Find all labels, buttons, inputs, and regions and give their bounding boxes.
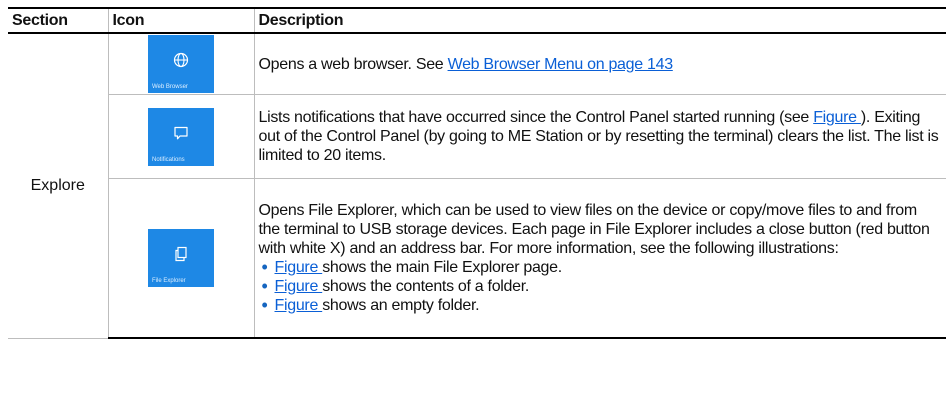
figure-link[interactable]: Figure [813, 109, 861, 126]
table-row: Explore Web Browser Opens a web browser.… [8, 32, 946, 339]
globe-icon [148, 52, 214, 70]
icon-cell: File Explorer [108, 178, 255, 339]
illustration-list: Figure shows the main File Explorer page… [259, 258, 941, 315]
table-header-row: Section Icon Description [8, 7, 946, 34]
figure-link[interactable]: Figure [275, 278, 323, 295]
section-cell-explore: Explore [8, 32, 109, 339]
list-item-text: shows an empty folder. [322, 297, 480, 314]
tile-label: Web Browser [152, 84, 188, 90]
description-cell: Opens a web browser. See Web Browser Men… [253, 32, 946, 95]
header-section: Section [8, 7, 109, 34]
figure-link[interactable]: Figure [275, 259, 323, 276]
description-text: Opens File Explorer, which can be used t… [258, 202, 930, 257]
tile-label: Notifications [152, 156, 185, 163]
list-item: Figure shows an empty folder. [259, 296, 941, 315]
table-row: File Explorer Opens File Explorer, which… [8, 178, 946, 339]
explore-table: Section Icon Description Explore Web Bro… [8, 7, 946, 339]
description-cell: Opens File Explorer, which can be used t… [253, 178, 946, 339]
list-item: Figure shows the contents of a folder. [259, 277, 941, 296]
list-item: Figure shows the main File Explorer page… [259, 258, 941, 277]
list-item-text: shows the contents of a folder. [322, 278, 530, 295]
header-icon: Icon [107, 7, 255, 34]
chat-bubble-icon [148, 125, 214, 143]
copy-files-icon [148, 246, 214, 264]
file-explorer-tile: File Explorer [148, 229, 214, 287]
description-text: Opens a web browser. See [258, 55, 448, 73]
list-item-text: shows the main File Explorer page. [322, 259, 562, 276]
description-text: Lists notifications that have occurred s… [258, 109, 814, 126]
web-browser-tile: Web Browser [148, 35, 214, 93]
icon-cell: Web Browser [107, 32, 255, 95]
table-row: Notifications Lists notifications that h… [8, 94, 946, 179]
icon-cell: Notifications [108, 94, 255, 179]
notifications-tile: Notifications [148, 107, 214, 166]
web-browser-menu-link[interactable]: Web Browser Menu on page 143 [448, 56, 674, 73]
header-description: Description [253, 7, 946, 34]
description-cell: Lists notifications that have occurred s… [253, 94, 946, 179]
tile-label: File Explorer [152, 278, 186, 284]
figure-link[interactable]: Figure [275, 297, 323, 314]
